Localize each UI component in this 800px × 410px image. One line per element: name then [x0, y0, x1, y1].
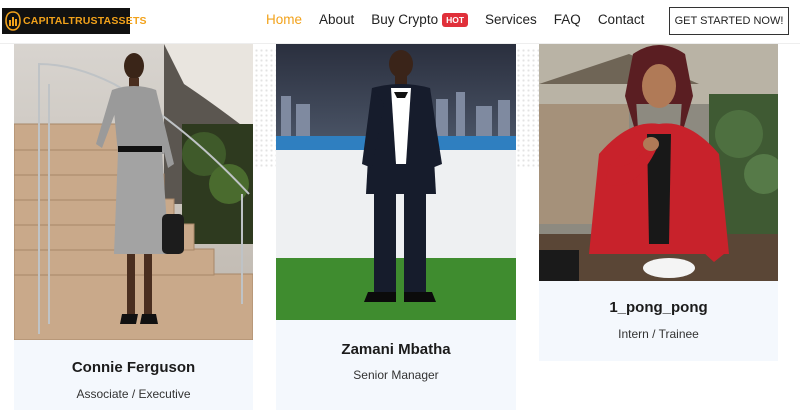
nav-home[interactable]: Home — [266, 12, 302, 27]
team-name: Connie Ferguson — [71, 359, 196, 376]
logo-icon — [5, 11, 21, 31]
nav-about[interactable]: About — [319, 12, 354, 27]
site-logo[interactable]: CAPITALTRUSTASSETS — [2, 8, 147, 34]
team-name: Zamani Mbatha — [341, 341, 451, 358]
team-name: 1_pong_pong — [609, 299, 708, 316]
logo-text: CAPITALTRUSTASSETS — [23, 15, 147, 27]
dot-pattern-right — [516, 48, 540, 168]
team-role: Associate / Executive — [76, 387, 191, 401]
team-role: Senior Manager — [353, 368, 439, 382]
nav-buy-crypto[interactable]: Buy Crypto HOT — [371, 12, 469, 27]
team-info-3: 1_pong_pong Intern / Trainee — [539, 281, 778, 361]
team-photo-3 — [539, 44, 778, 281]
team-photo-2 — [276, 44, 516, 320]
nav-services[interactable]: Services — [485, 12, 537, 27]
nav-buy-crypto-label: Buy Crypto — [371, 12, 439, 27]
team-info-2: Zamani Mbatha Senior Manager — [276, 320, 516, 410]
site-header: CAPITALTRUSTASSETS Home About Buy Crypto… — [0, 0, 800, 44]
nav-services-label: Services — [485, 12, 537, 27]
get-started-button[interactable]: GET STARTED NOW! — [669, 7, 789, 35]
nav-contact-label: Contact — [597, 12, 645, 27]
nav-about-label: About — [319, 12, 355, 27]
nav-contact[interactable]: Contact — [598, 12, 645, 27]
main-nav: Home About Buy Crypto HOT Services FAQ Co… — [266, 12, 661, 27]
nav-faq[interactable]: FAQ — [554, 12, 581, 27]
team-role: Intern / Trainee — [618, 327, 699, 341]
nav-faq-label: FAQ — [553, 12, 581, 27]
hot-badge: HOT — [442, 12, 469, 27]
nav-home-label: Home — [266, 12, 303, 27]
dot-pattern-left — [254, 48, 278, 168]
team-photo-1 — [14, 44, 253, 340]
